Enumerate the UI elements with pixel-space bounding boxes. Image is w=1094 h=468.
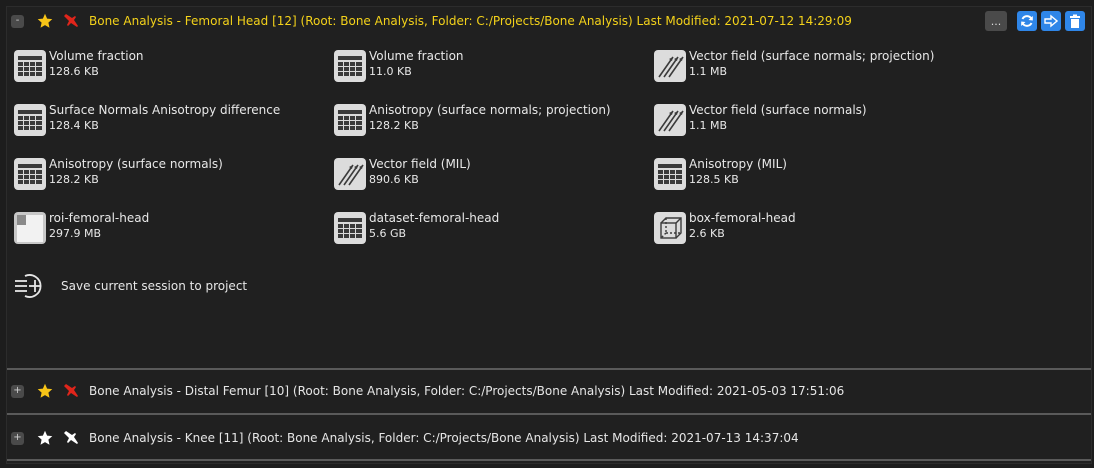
item-size: 890.6 KB (369, 173, 419, 186)
item-name: Vector field (surface normals; projectio… (689, 49, 935, 63)
item-anisotropy-mil[interactable]: Anisotropy (MIL) 128.5 KB (653, 157, 963, 197)
table-icon (333, 211, 367, 245)
pin-icon[interactable] (63, 13, 79, 29)
item-size: 128.2 KB (49, 173, 99, 186)
divider (7, 368, 1091, 370)
item-box-femoral-head[interactable]: box-femoral-head 2.6 KB (653, 211, 963, 251)
item-roi-femoral-head[interactable]: roi-femoral-head 297.9 MB (13, 211, 323, 251)
pin-icon[interactable] (63, 430, 79, 446)
save-session-label: Save current session to project (61, 279, 248, 293)
item-dataset-femoral-head[interactable]: dataset-femoral-head 5.6 GB (333, 211, 643, 251)
expand-toggle[interactable]: + (11, 431, 24, 445)
item-vector-field-surface-normals[interactable]: Vector field (surface normals) 1.1 MB (653, 103, 963, 143)
vector-field-icon (653, 103, 687, 137)
item-name: Volume fraction (49, 49, 144, 63)
table-icon (13, 103, 47, 137)
box-icon (653, 211, 687, 245)
project-title: Bone Analysis - Femoral Head [12] (Root:… (89, 14, 852, 28)
item-size: 11.0 KB (369, 65, 412, 78)
divider (7, 459, 1091, 461)
pin-icon[interactable] (63, 383, 79, 399)
item-name: dataset-femoral-head (369, 211, 500, 225)
item-name: Anisotropy (surface normals) (49, 157, 223, 171)
item-name: roi-femoral-head (49, 211, 150, 225)
collapse-toggle[interactable]: - (11, 14, 24, 28)
item-name: Anisotropy (surface normals; projection) (369, 103, 611, 117)
item-size: 1.1 MB (689, 119, 728, 132)
project-title: Bone Analysis - Distal Femur [10] (Root:… (89, 384, 845, 398)
item-vector-field-projection[interactable]: Vector field (surface normals; projectio… (653, 49, 963, 89)
item-size: 128.2 KB (369, 119, 419, 132)
item-size: 128.5 KB (689, 173, 739, 186)
table-icon (333, 49, 367, 83)
expand-toggle[interactable]: + (11, 384, 24, 398)
item-name: Volume fraction (369, 49, 464, 63)
item-name: box-femoral-head (689, 211, 796, 225)
save-session-icon (15, 274, 42, 298)
star-icon[interactable] (37, 430, 53, 446)
project-header-femoral-head[interactable]: - Bone Analysis - Femoral Head [12] (Roo… (7, 7, 1091, 35)
item-name: Surface Normals Anisotropy difference (49, 103, 281, 117)
item-volume-fraction-2[interactable]: Volume fraction 11.0 KB (333, 49, 643, 89)
vector-field-icon (333, 157, 367, 191)
save-session-button[interactable]: Save current session to project (13, 272, 247, 300)
item-vector-field-mil[interactable]: Vector field (MIL) 890.6 KB (333, 157, 643, 197)
table-icon (333, 103, 367, 137)
item-anisotropy-surface-normals[interactable]: Anisotropy (surface normals) 128.2 KB (13, 157, 323, 197)
item-name: Vector field (surface normals) (689, 103, 867, 117)
star-icon[interactable] (37, 383, 53, 399)
item-surface-normals-anisotropy-difference[interactable]: Surface Normals Anisotropy difference 128… (13, 103, 323, 143)
project-header-knee[interactable]: + Bone Analysis - Knee [11] (Root: Bone … (7, 424, 1091, 452)
table-icon (13, 49, 47, 83)
item-size: 128.4 KB (49, 119, 99, 132)
item-name: Anisotropy (MIL) (689, 157, 787, 171)
roi-icon (13, 211, 47, 245)
more-options-button[interactable]: ... (985, 11, 1007, 31)
item-volume-fraction-1[interactable]: Volume fraction 128.6 KB (13, 49, 323, 89)
item-size: 128.6 KB (49, 65, 99, 78)
item-size: 5.6 GB (369, 227, 407, 240)
project-actions: ... (985, 11, 1085, 31)
item-size: 1.1 MB (689, 65, 728, 78)
project-header-distal-femur[interactable]: + Bone Analysis - Distal Femur [10] (Roo… (7, 377, 1091, 405)
vector-field-icon (653, 49, 687, 83)
open-arrow-icon[interactable] (1041, 11, 1061, 31)
refresh-icon[interactable] (1017, 11, 1037, 31)
projects-panel: - Bone Analysis - Femoral Head [12] (Roo… (6, 6, 1092, 464)
item-size: 2.6 KB (689, 227, 725, 240)
divider (7, 413, 1091, 415)
item-name: Vector field (MIL) (369, 157, 471, 171)
table-icon (13, 157, 47, 191)
item-anisotropy-projection[interactable]: Anisotropy (surface normals; projection)… (333, 103, 643, 143)
project-title: Bone Analysis - Knee [11] (Root: Bone An… (89, 431, 799, 445)
table-icon (653, 157, 687, 191)
delete-icon[interactable] (1065, 11, 1085, 31)
item-size: 297.9 MB (49, 227, 102, 240)
star-icon[interactable] (37, 13, 53, 29)
